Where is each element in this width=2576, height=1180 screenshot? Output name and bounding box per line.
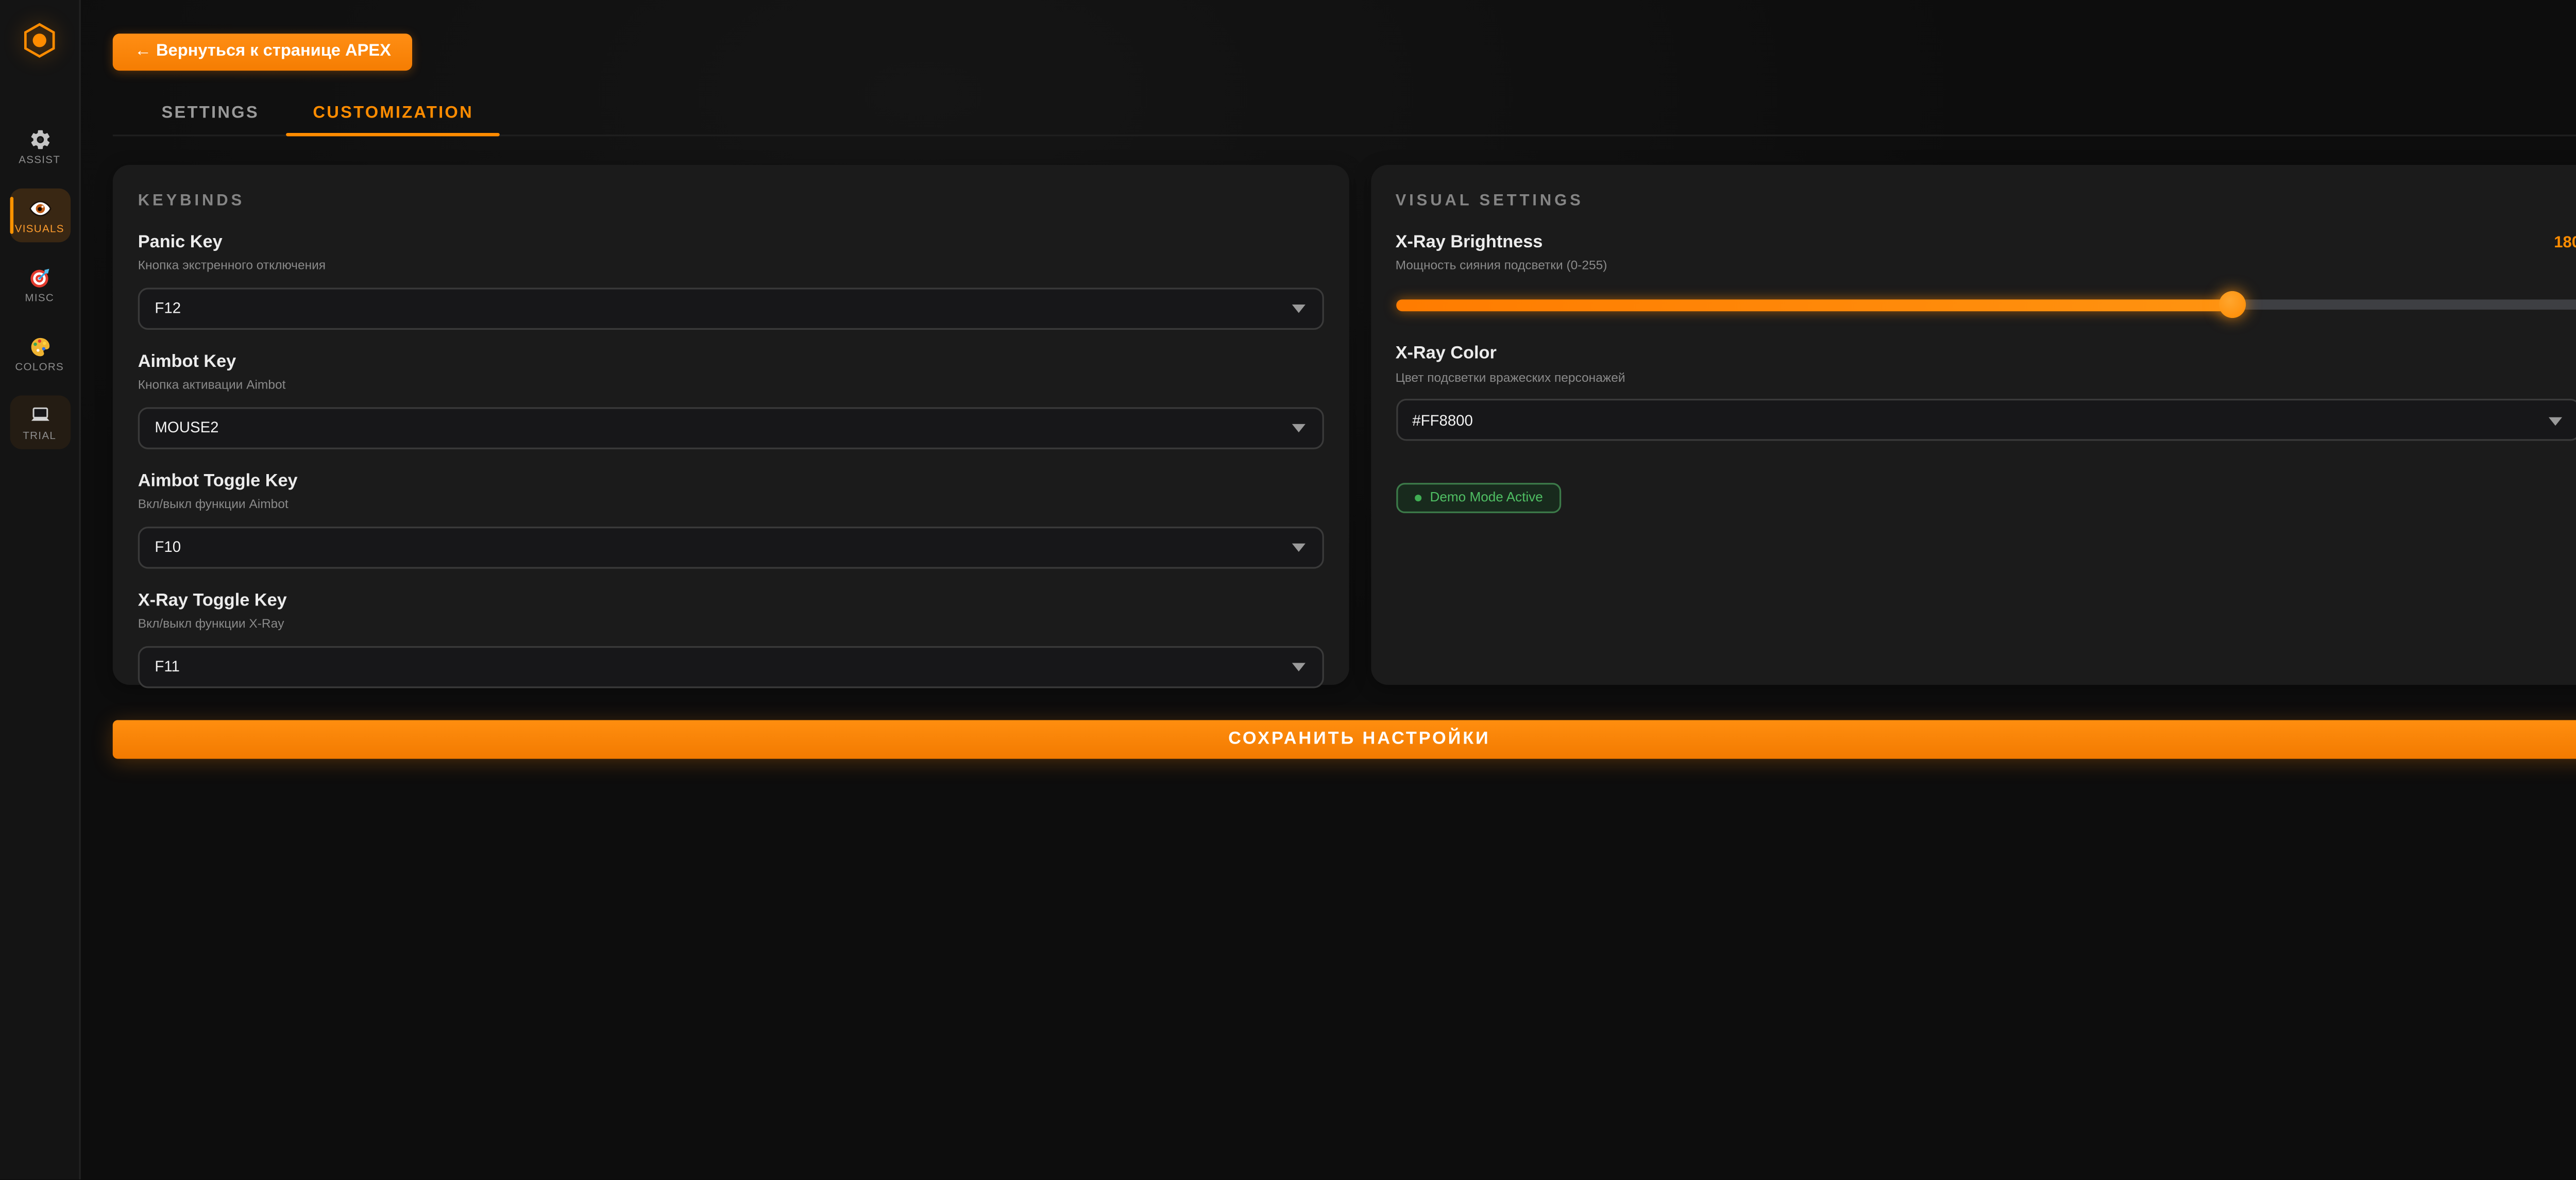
sidebar-item-colors[interactable]: COLORS [9, 326, 70, 380]
field-label: Aimbot Key [138, 351, 1323, 371]
xray-color-field: X-Ray Color Цвет подсветки вражеских пер… [1396, 343, 2576, 441]
demo-mode-badge: Demo Mode Active [1396, 483, 1562, 512]
eye-icon [28, 197, 52, 221]
select-value: #FF8800 [1412, 411, 1473, 428]
field-hint: Мощность сияния подсветки (0-255) [1396, 258, 2576, 273]
main-content: ← Вернуться к странице APEX SETTINGS CUS… [81, 0, 2576, 1180]
aimbot-key-select[interactable]: MOUSE2 [138, 407, 1323, 449]
chevron-down-icon [1291, 544, 1304, 552]
field-hint: Цвет подсветки вражеских персонажей [1396, 369, 2576, 384]
xray-brightness-slider[interactable] [1396, 291, 2576, 318]
select-value: MOUSE2 [155, 419, 218, 436]
select-value: F10 [155, 538, 181, 555]
back-to-apex-button[interactable]: ← Вернуться к странице APEX [113, 33, 413, 70]
sidebar-item-visuals[interactable]: VISUALS [9, 189, 70, 242]
xray-brightness-fill [1396, 299, 2232, 311]
sidebar-item-label: COLORS [15, 362, 64, 374]
keybinds-panel: KEYBINDS Panic Key Кнопка экстренного от… [113, 164, 1348, 684]
chevron-down-icon [1291, 424, 1304, 432]
aimbot-key-field: Aimbot Key Кнопка активации Aimbot MOUSE… [138, 351, 1323, 448]
chevron-down-icon [2549, 416, 2562, 425]
sidebar-nav: ASSIST VISUALS [9, 120, 70, 464]
save-settings-button[interactable]: СОХРАНИТЬ НАСТРОЙКИ [113, 719, 2576, 758]
field-hint: Вкл/выкл функции Aimbot [138, 496, 1323, 511]
xray-toggle-key-field: X-Ray Toggle Key Вкл/выкл функции X-Ray … [138, 589, 1323, 687]
hexagon-logo-icon [24, 22, 56, 67]
palette-icon [28, 335, 52, 359]
chevron-down-icon [1291, 663, 1304, 671]
aimbot-toggle-key-field: Aimbot Toggle Key Вкл/выкл функции Aimbo… [138, 470, 1323, 568]
chevron-down-icon [1291, 305, 1304, 313]
select-value: F12 [155, 299, 181, 316]
field-label: Aimbot Toggle Key [138, 470, 1323, 491]
xray-brightness-value: 180 [2554, 233, 2576, 251]
sidebar: ASSIST VISUALS [0, 0, 81, 1180]
laptop-icon [28, 404, 52, 428]
tab-settings[interactable]: SETTINGS [134, 92, 286, 134]
panic-key-select[interactable]: F12 [138, 287, 1323, 329]
field-hint: Вкл/выкл функции X-Ray [138, 616, 1323, 631]
field-label: X-Ray Brightness [1396, 231, 1543, 251]
field-label: Panic Key [138, 231, 1323, 251]
sidebar-item-label: TRIAL [23, 431, 56, 443]
xray-brightness-field: X-Ray Brightness 180 Мощность сияния под… [1396, 231, 2576, 318]
sidebar-item-label: ASSIST [19, 155, 60, 166]
xray-color-select[interactable]: #FF8800 [1396, 399, 2576, 441]
sidebar-item-label: MISC [25, 293, 54, 305]
tab-bar: SETTINGS CUSTOMIZATION [113, 92, 2576, 136]
sidebar-item-misc[interactable]: MISC [9, 258, 70, 311]
status-dot-icon [1414, 494, 1421, 501]
field-hint: Кнопка активации Aimbot [138, 377, 1323, 392]
gear-icon [28, 128, 52, 151]
xray-toggle-key-select[interactable]: F11 [138, 645, 1323, 687]
field-hint: Кнопка экстренного отключения [138, 258, 1323, 273]
sidebar-item-trial[interactable]: TRIAL [9, 395, 70, 449]
sidebar-item-label: VISUALS [15, 224, 64, 235]
aimbot-toggle-key-select[interactable]: F10 [138, 526, 1323, 568]
visual-settings-title: VISUAL SETTINGS [1396, 191, 2576, 210]
tab-customization[interactable]: CUSTOMIZATION [286, 92, 500, 134]
field-label: X-Ray Toggle Key [138, 589, 1323, 610]
keybinds-title: KEYBINDS [138, 191, 1323, 210]
panels-row: KEYBINDS Panic Key Кнопка экстренного от… [113, 164, 2576, 684]
field-label: X-Ray Color [1396, 343, 2576, 363]
sidebar-item-assist[interactable]: ASSIST [9, 120, 70, 173]
target-icon [28, 266, 52, 290]
xray-brightness-thumb[interactable] [2218, 291, 2245, 318]
app-window: ASSIST VISUALS [0, 0, 2576, 1180]
select-value: F11 [155, 658, 179, 675]
visual-settings-panel: VISUAL SETTINGS X-Ray Brightness 180 Мощ… [1370, 164, 2576, 684]
panic-key-field: Panic Key Кнопка экстренного отключения … [138, 231, 1323, 329]
demo-mode-badge-label: Demo Mode Active [1430, 490, 1543, 505]
